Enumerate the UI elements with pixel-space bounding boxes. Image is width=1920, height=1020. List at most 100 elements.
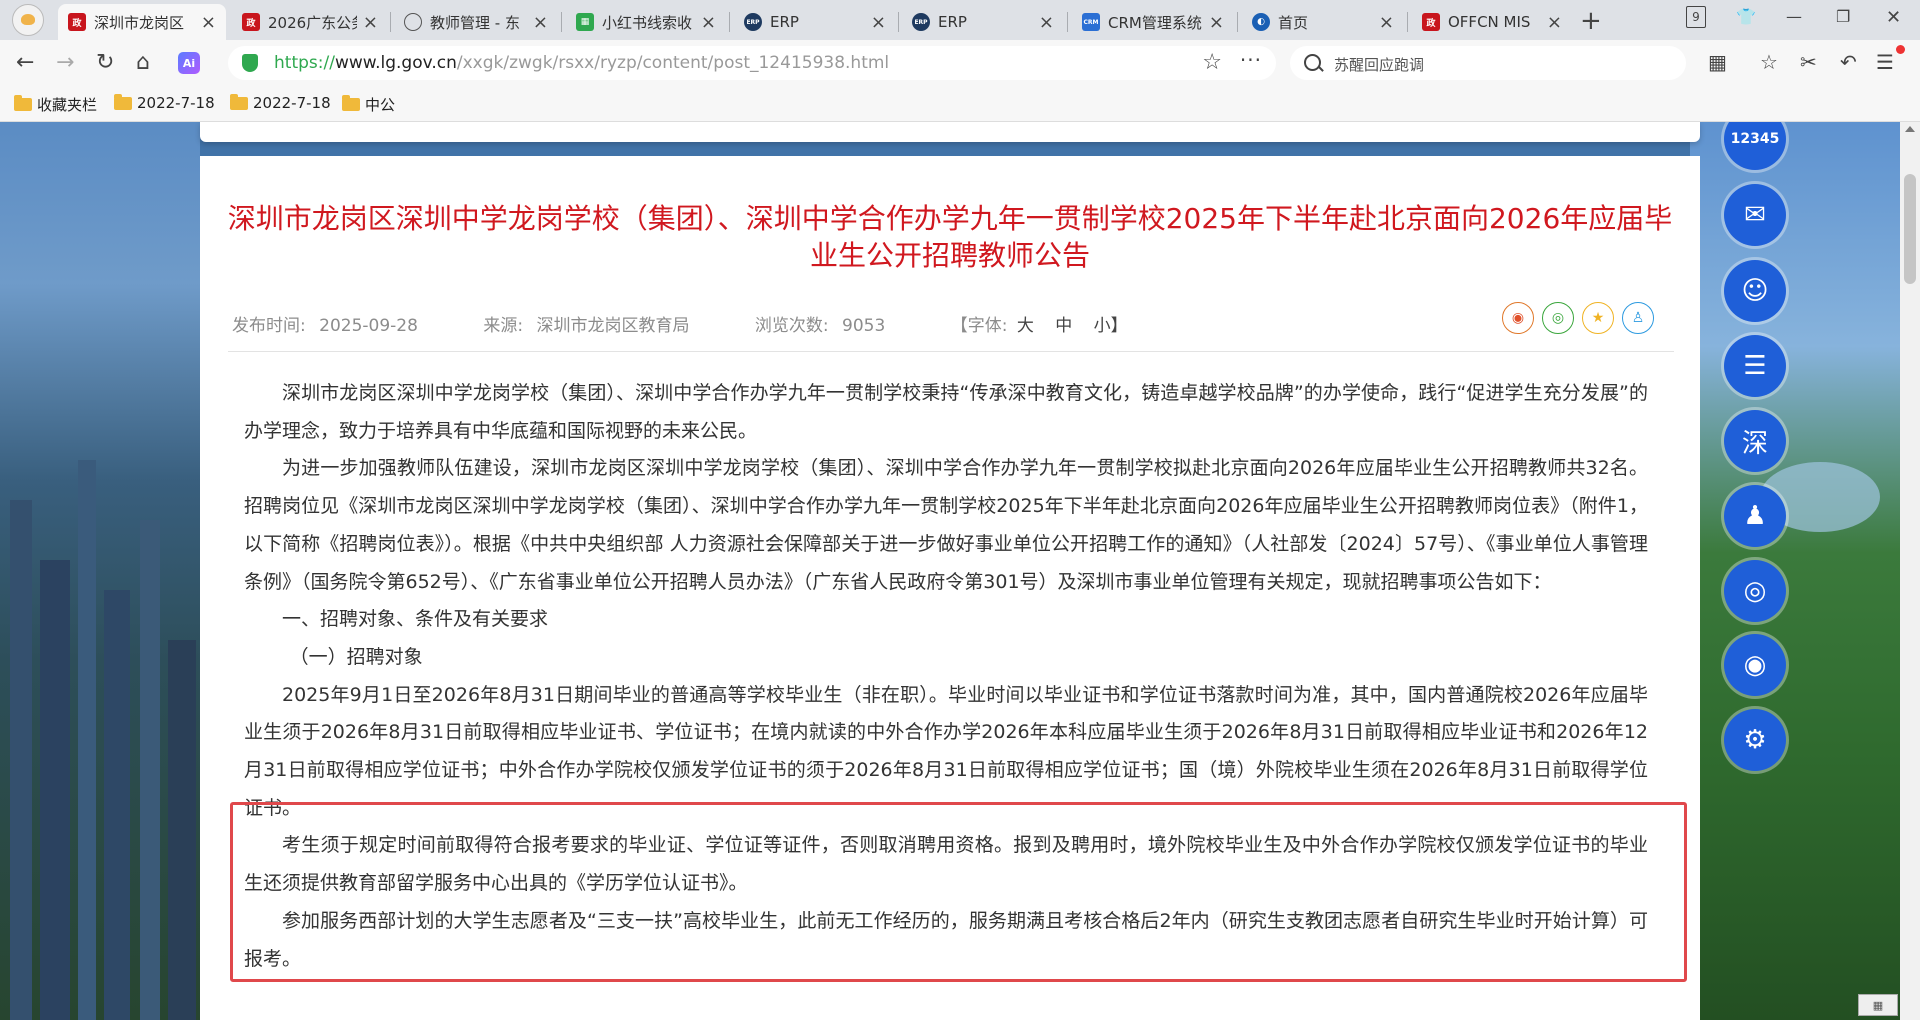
tab-1[interactable]: 政 2026广东公务 × <box>232 4 388 40</box>
vertical-scrollbar[interactable] <box>1900 122 1920 1020</box>
service-person-icon[interactable]: ☺ <box>1724 260 1786 322</box>
folder-icon <box>14 95 32 111</box>
tab-divider <box>898 12 899 32</box>
scroll-thumb[interactable] <box>1904 174 1916 284</box>
keyboard-grid-icon[interactable]: ▦ <box>1858 994 1898 1016</box>
wechat-icon[interactable]: ◎ <box>1542 302 1574 334</box>
restore-button[interactable]: ❐ <box>1836 7 1850 26</box>
qzone-star-icon[interactable]: ★ <box>1582 302 1614 334</box>
tab-2[interactable]: 教师管理 - 东 × <box>394 4 558 40</box>
paragraph: 为进一步加强教师队伍建设，深圳市龙岗区深圳中学龙岗学校（集团）、深圳中学合作办学… <box>244 457 1648 593</box>
bookmark-star-icon[interactable]: ☆ <box>1202 50 1222 75</box>
shirt-skin-icon[interactable]: 👕 <box>1736 7 1756 26</box>
close-icon[interactable]: × <box>871 12 886 33</box>
city-background <box>0 122 200 1020</box>
close-icon[interactable]: × <box>201 12 216 33</box>
home-icon[interactable]: ⌂ <box>136 50 150 76</box>
tab-8[interactable]: 政 OFFCN MIS × <box>1412 4 1572 40</box>
shenzhen-icon[interactable]: 深 <box>1724 410 1786 472</box>
page-viewport: 深圳市龙岗区深圳中学龙岗学校（集团）、深圳中学合作办学九年一贯制学校2025年下… <box>0 122 1900 1020</box>
source-label: 来源: <box>483 316 524 336</box>
tab-3[interactable]: ▦ 小红书线索收 × <box>566 4 726 40</box>
mail-icon[interactable]: ✉ <box>1724 184 1786 246</box>
search-icon <box>1304 54 1321 71</box>
tab-divider <box>561 12 562 32</box>
font-small-button[interactable]: 小】 <box>1094 311 1128 336</box>
wechat-icon[interactable]: ◎ <box>1724 560 1786 622</box>
undo-icon[interactable]: ↶ <box>1840 50 1857 74</box>
folder-icon <box>342 95 360 111</box>
green-sheet-icon: ▦ <box>576 13 594 31</box>
url-host: www.lg.gov.cn <box>334 53 457 73</box>
bookmarks-bar: 收藏夹栏 2022-7-18 2022-7-18 中公 <box>0 86 1920 122</box>
font-medium-button[interactable]: 中 <box>1055 311 1072 336</box>
favorites-list-icon[interactable]: ☆ <box>1760 50 1778 74</box>
tab-0[interactable]: 政 深圳市龙岗区 × <box>58 4 226 40</box>
meta-divider <box>228 351 1674 352</box>
close-icon[interactable]: × <box>1209 12 1224 33</box>
bookmark-folder[interactable]: 收藏夹栏 <box>14 94 97 115</box>
tab-7[interactable]: ◐ 首页 × <box>1242 4 1404 40</box>
share-bar: ◉ ◎ ★ ♙ <box>1502 302 1654 334</box>
tab-divider <box>1407 12 1408 32</box>
more-dots-icon[interactable]: ··· <box>1240 48 1262 72</box>
tab-4[interactable]: ERP ERP × <box>734 4 896 40</box>
browser-profile-icon[interactable] <box>12 4 44 36</box>
tab-label: ERP <box>938 13 967 31</box>
close-icon[interactable]: × <box>1547 12 1562 33</box>
source-value: 深圳市龙岗区教育局 <box>536 316 690 336</box>
address-bar[interactable]: https://www.lg.gov.cn/xxgk/zwgk/rsxx/ryz… <box>228 46 1276 80</box>
close-icon[interactable]: × <box>533 12 548 33</box>
scissors-icon[interactable]: ✂ <box>1800 50 1817 74</box>
settings-gear-icon[interactable]: ⚙ <box>1724 709 1786 771</box>
tab-6[interactable]: CRM CRM管理系统 × <box>1072 4 1234 40</box>
menu-icon[interactable]: ☰ <box>1876 50 1894 74</box>
font-large-button[interactable]: 大 <box>1017 311 1034 336</box>
tab-label: 深圳市龙岗区 <box>94 13 185 32</box>
bookmark-folder[interactable]: 2022-7-18 <box>114 93 215 112</box>
scroll-up-arrow-icon[interactable] <box>1905 126 1915 132</box>
close-icon[interactable]: × <box>701 12 716 33</box>
window-close-button[interactable]: ✕ <box>1886 7 1901 28</box>
globe-icon <box>404 13 422 31</box>
bookmark-label: 2022-7-18 <box>137 94 215 112</box>
bookmark-folder[interactable]: 2022-7-18 <box>230 93 331 112</box>
views-label: 浏览次数: <box>754 316 829 336</box>
swirl-icon: ◐ <box>1252 13 1270 31</box>
close-icon[interactable]: × <box>1039 12 1054 33</box>
close-icon[interactable]: × <box>1379 12 1394 33</box>
weibo-icon[interactable]: ◉ <box>1724 634 1786 696</box>
tab-divider <box>390 12 391 32</box>
folder-icon <box>114 93 132 110</box>
new-tab-button[interactable]: + <box>1580 6 1602 36</box>
tab-5[interactable]: ERP ERP × <box>902 4 1064 40</box>
tab-divider <box>729 12 730 32</box>
header-strip <box>200 122 1700 142</box>
notification-dot <box>1896 45 1905 54</box>
ai-assistant-icon[interactable]: Ai <box>178 52 200 74</box>
tab-label: 小红书线索收 <box>602 13 693 32</box>
tab-label: 2026广东公务 <box>268 13 357 32</box>
url-text[interactable]: https://www.lg.gov.cn/xxgk/zwgk/rsxx/ryz… <box>274 53 889 73</box>
close-icon[interactable]: × <box>363 12 378 33</box>
back-arrow-icon[interactable]: ← <box>16 50 34 76</box>
apps-grid-icon[interactable]: ▦ <box>1708 50 1727 74</box>
tab-label: 教师管理 - 东 <box>430 13 520 32</box>
search-input[interactable]: 苏醒回应跑调 <box>1334 54 1424 75</box>
tab-divider <box>1237 12 1238 32</box>
tab-label: 首页 <box>1278 13 1309 32</box>
bookmark-folder[interactable]: 中公 <box>342 94 395 115</box>
tab-count-button[interactable]: 9 <box>1686 6 1706 28</box>
url-path: /xxgk/zwgk/rsxx/ryzp/content/post_124159… <box>456 53 890 73</box>
publish-label: 发布时间: <box>232 316 306 336</box>
robot-assistant-icon[interactable]: ♟ <box>1724 485 1786 547</box>
weibo-icon[interactable]: ◉ <box>1502 302 1534 334</box>
reload-icon[interactable]: ↻ <box>96 50 114 76</box>
search-box[interactable]: 苏醒回应跑调 <box>1290 46 1686 80</box>
section-heading: 一、招聘对象、条件及有关要求 <box>282 608 549 631</box>
qq-icon[interactable]: ♙ <box>1622 302 1654 334</box>
article-title: 深圳市龙岗区深圳中学龙岗学校（集团）、深圳中学合作办学九年一贯制学校2025年下… <box>227 202 1673 272</box>
minimize-button[interactable]: — <box>1786 7 1802 26</box>
gov-service-icon[interactable]: ☰ <box>1724 335 1786 397</box>
forward-arrow-icon[interactable]: → <box>56 50 74 76</box>
